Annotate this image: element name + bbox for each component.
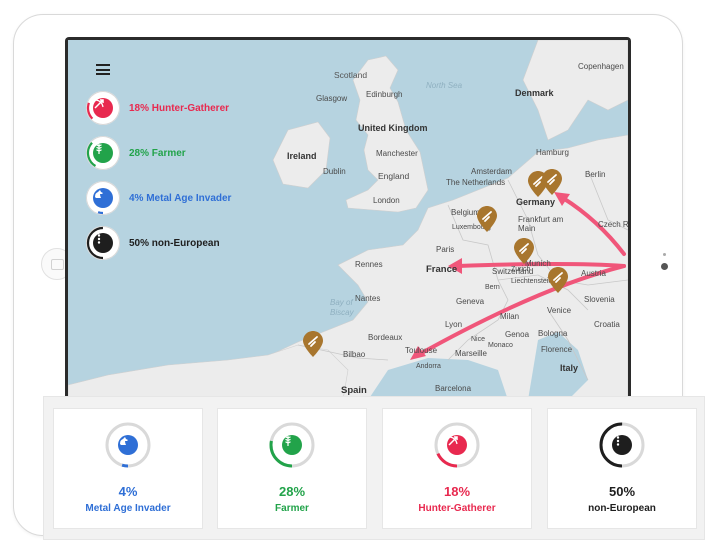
map-label-manchester: Manchester [376, 149, 418, 158]
bow-arrow-icon [93, 98, 113, 118]
map-label-frankfurt: Frankfurt am Main [518, 215, 564, 233]
legend-label: 28% Farmer [129, 147, 186, 159]
legend-label: 4% Metal Age Invader [129, 192, 232, 204]
map-label-london: London [373, 196, 400, 205]
map-label-geneva: Geneva [456, 297, 485, 306]
map-label-barcelona: Barcelona [435, 384, 472, 393]
site-marker-pin[interactable] [514, 238, 534, 264]
more-dots-icon [93, 233, 113, 253]
camera-dot [661, 263, 668, 270]
card-ring [598, 421, 646, 469]
card-percent: 18% [443, 484, 471, 499]
legend-item-hunter-gatherer[interactable]: 18% Hunter-Gatherer [86, 91, 229, 125]
map-label-bordeaux: Bordeaux [368, 333, 403, 342]
legend-label: 50% non-European [129, 237, 220, 249]
card-hunter-gatherer[interactable]: 18% Hunter-Gatherer [382, 408, 532, 529]
card-non-european[interactable]: 50% non-European [547, 408, 697, 529]
site-marker-pin[interactable] [477, 206, 497, 232]
card-name: Metal Age Invader [85, 503, 171, 514]
map-label-paris: Paris [436, 245, 455, 254]
sensor-dot [663, 253, 666, 256]
map-label-slovenia: Slovenia [584, 295, 615, 304]
card-ring [268, 421, 316, 469]
map-label-bay-of-biscay: Bay of Biscay [330, 298, 354, 317]
card-ring [433, 421, 481, 469]
map-label-croatia: Croatia [594, 320, 620, 329]
card-percent: 4% [118, 484, 138, 499]
map-label-zurich: Zurich [511, 266, 531, 273]
card-ring [104, 421, 152, 469]
map-label-netherlands: The Netherlands [446, 178, 506, 187]
map-label-bologna: Bologna [538, 329, 568, 338]
wheat-icon [93, 143, 113, 163]
map-label-florence: Florence [541, 345, 573, 354]
map-label-toulouse: Toulouse [405, 346, 438, 355]
map-label-nice: Nice [471, 336, 486, 343]
map-label-ireland: Ireland [287, 151, 317, 161]
map-label-glasgow: Glasgow [316, 94, 348, 103]
ancestry-cards-panel: 4% Metal Age Invader 28% Farmer 18% Hunt… [43, 396, 705, 540]
legend-label: 18% Hunter-Gatherer [129, 102, 230, 114]
card-name: non-European [588, 503, 656, 514]
map-label-dublin: Dublin [323, 167, 346, 176]
legend-ring [86, 136, 120, 170]
map-label-berlin: Berlin [585, 170, 606, 179]
legend-ring [86, 226, 120, 260]
map-label-lyon: Lyon [445, 320, 463, 329]
map-label-genoa: Genoa [505, 330, 530, 339]
hamburger-menu-icon[interactable] [96, 64, 110, 75]
tablet-screen: Scotland United Kingdom Ireland England … [65, 37, 631, 400]
map-label-copenhagen: Copenhagen [578, 62, 624, 71]
map-label-north-sea: North Sea [426, 81, 463, 90]
map-label-belgium: Belgium [451, 208, 480, 217]
map-label-venice: Venice [547, 306, 572, 315]
card-metal-age-invader[interactable]: 4% Metal Age Invader [53, 408, 203, 529]
map-label-czech-republic: Czech Republic [598, 220, 628, 229]
legend-ring [86, 91, 120, 125]
map-label-hamburg: Hamburg [536, 148, 569, 157]
map-label-france: France [426, 264, 458, 275]
map-label-amsterdam: Amsterdam [471, 167, 512, 176]
card-percent: 28% [278, 484, 306, 499]
map-label-italy: Italy [560, 363, 579, 373]
map-label-denmark: Denmark [515, 88, 554, 98]
map-label-marseille: Marseille [455, 349, 488, 358]
map-label-edinburgh: Edinburgh [366, 90, 403, 99]
legend-ring [86, 181, 120, 215]
horse-icon [118, 435, 138, 455]
horse-icon [93, 188, 113, 208]
map-label-austria: Austria [581, 269, 606, 278]
map-label-bilbao: Bilbao [343, 350, 366, 359]
legend-item-metal-age[interactable]: 4% Metal Age Invader [86, 181, 231, 215]
map-label-andorra: Andorra [416, 363, 441, 370]
legend-item-non-european[interactable]: 50% non-European [86, 226, 220, 260]
map-label-united-kingdom: United Kingdom [358, 123, 428, 133]
site-marker-pin[interactable] [542, 169, 562, 195]
card-name: Hunter-Gatherer [418, 503, 496, 514]
map-label-bern: Bern [485, 284, 500, 291]
card-percent: 50% [608, 484, 636, 499]
card-farmer[interactable]: 28% Farmer [217, 408, 367, 529]
map-label-germany: Germany [516, 197, 556, 207]
bow-arrow-icon [447, 435, 467, 455]
map-label-spain: Spain [341, 385, 367, 396]
map-label-rennes: Rennes [355, 260, 383, 269]
wheat-icon [282, 435, 302, 455]
site-marker-pin[interactable] [303, 331, 323, 357]
map-view[interactable]: Scotland United Kingdom Ireland England … [68, 40, 628, 400]
map-label-monaco: Monaco [488, 342, 513, 349]
map-label-milan: Milan [500, 312, 520, 321]
map-label-scotland: Scotland [334, 70, 368, 80]
legend-item-farmer[interactable]: 28% Farmer [86, 136, 186, 170]
more-dots-icon [612, 435, 632, 455]
map-label-england: England [378, 171, 410, 181]
site-marker-pin[interactable] [548, 267, 568, 293]
card-name: Farmer [275, 503, 309, 514]
map-label-liechtenstein: Liechtenstein [511, 278, 553, 285]
